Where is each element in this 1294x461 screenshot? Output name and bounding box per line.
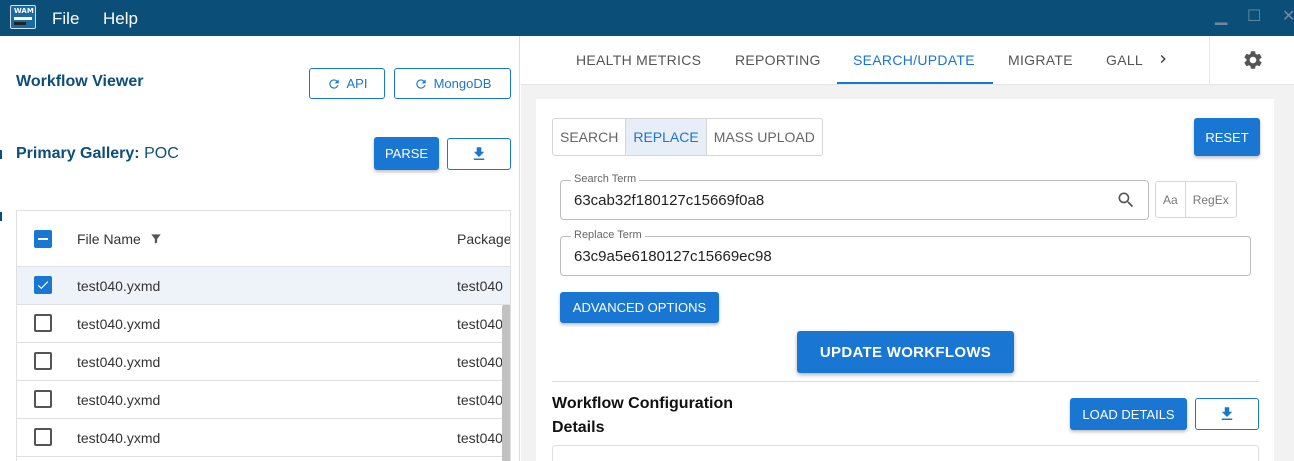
search-term-label: Search Term [571, 173, 640, 185]
search-term-input[interactable]: 63cab32f180127c15669f0a8 [574, 192, 764, 209]
mongodb-button-label: MongoDB [433, 76, 492, 91]
left-panel: Workflow Viewer API MongoDB Primary Gall… [0, 36, 520, 461]
cell-package: test040 [457, 430, 503, 446]
config-details-container [552, 445, 1259, 461]
download-button[interactable] [447, 138, 511, 170]
search-term-field[interactable]: Search Term 63cab32f180127c15669f0a8 [560, 173, 1149, 220]
edge-marker [0, 150, 2, 159]
select-all-checkbox[interactable] [34, 230, 52, 248]
mode-mass-upload[interactable]: MASS UPLOAD [707, 119, 822, 155]
reset-button[interactable]: RESET [1194, 118, 1260, 156]
primary-gallery: Primary Gallery: POC [16, 145, 179, 163]
app-logo-icon: WAM [10, 5, 36, 29]
mode-replace[interactable]: REPLACE [626, 119, 707, 155]
column-header-package[interactable]: Package [457, 231, 510, 247]
api-button-label: API [346, 76, 368, 91]
edge-marker [0, 212, 2, 221]
filter-icon[interactable] [149, 232, 163, 246]
parse-button[interactable]: PARSE [374, 137, 439, 170]
regex-toggle[interactable]: RegEx [1186, 182, 1236, 217]
cell-package: test040 [457, 316, 503, 332]
cell-file-name: test040.yxmd [77, 278, 161, 294]
row-checkbox[interactable] [34, 428, 52, 446]
advanced-options-button[interactable]: ADVANCED OPTIONS [560, 292, 719, 323]
primary-gallery-value: POC [144, 145, 179, 162]
cell-file-name: test040.yxmd [77, 354, 161, 370]
tab-divider [1209, 36, 1210, 84]
workflow-config-title: Workflow Configuration Details [552, 392, 772, 440]
tab-search-update[interactable]: SEARCH/UPDATE [853, 52, 975, 68]
workflow-config-title-line2: Details [552, 419, 605, 436]
minimize-icon[interactable]: ▁ [1215, 6, 1227, 26]
tab-gallery[interactable]: GALL [1106, 52, 1143, 68]
column-header-file-name[interactable]: File Name [77, 231, 141, 247]
cell-file-name: test040.yxmd [77, 392, 161, 408]
table-row[interactable]: test040.yxmd test040 [17, 419, 510, 457]
mode-toggle-group: SEARCH REPLACE MASS UPLOAD [552, 118, 823, 156]
table-row[interactable]: test040.yxmd test040 [17, 267, 510, 305]
tab-reporting[interactable]: REPORTING [735, 52, 821, 68]
download-details-button[interactable] [1195, 398, 1259, 430]
search-update-card: SEARCH REPLACE MASS UPLOAD RESET Search … [536, 99, 1274, 461]
download-icon [473, 147, 485, 160]
refresh-icon [328, 78, 339, 89]
table-scrollbar[interactable] [502, 305, 510, 461]
mongodb-button[interactable]: MongoDB [394, 68, 511, 99]
cell-file-name: test040.yxmd [77, 430, 161, 446]
table-header: File Name Package [17, 211, 510, 267]
table-row[interactable]: test040.yxmd test040 [17, 381, 510, 419]
row-checkbox[interactable] [34, 352, 52, 370]
cell-package: test040 [457, 354, 503, 370]
menu-help[interactable]: Help [103, 9, 138, 29]
replace-term-label: Replace Term [571, 229, 645, 241]
download-icon [1221, 407, 1233, 420]
workflow-viewer-title: Workflow Viewer [16, 73, 144, 90]
cell-file-name: test040.yxmd [77, 316, 161, 332]
app-logo-text: WAM [14, 7, 34, 15]
row-checkbox[interactable] [34, 276, 52, 294]
section-divider [552, 381, 1259, 382]
maximize-icon[interactable]: ☐ [1247, 6, 1261, 26]
table-row[interactable]: test040.yxmd test040 [17, 343, 510, 381]
cell-package: test040 [457, 278, 503, 294]
mode-search[interactable]: SEARCH [553, 119, 627, 155]
menu-file[interactable]: File [52, 9, 79, 29]
row-checkbox[interactable] [34, 314, 52, 332]
update-workflows-button[interactable]: UPDATE WORKFLOWS [797, 331, 1014, 373]
chevron-right-icon[interactable] [1155, 49, 1171, 69]
primary-gallery-label: Primary Gallery: [16, 145, 140, 162]
match-case-toggle[interactable]: Aa [1156, 182, 1186, 217]
replace-term-field[interactable]: Replace Term 63c9a5e6180127c15669ec98 [560, 229, 1251, 276]
load-details-button[interactable]: LOAD DETAILS [1070, 398, 1187, 430]
tab-migrate[interactable]: MIGRATE [1008, 52, 1073, 68]
close-icon[interactable]: ✕ [1282, 6, 1294, 26]
refresh-icon [415, 78, 426, 89]
title-bar: WAM File Help ▁ ☐ ✕ [0, 0, 1294, 36]
row-checkbox[interactable] [34, 390, 52, 408]
cell-package: test040 [457, 392, 503, 408]
search-icon[interactable] [1116, 190, 1136, 210]
api-button[interactable]: API [309, 68, 385, 99]
tab-health-metrics[interactable]: HEALTH METRICS [576, 52, 701, 68]
gear-icon[interactable] [1242, 49, 1264, 71]
workflow-table: File Name Package test040.yxmd test040 t… [16, 210, 511, 461]
table-row[interactable]: test040.yxmd test040 [17, 305, 510, 343]
tab-bar: HEALTH METRICS REPORTING SEARCH/UPDATE M… [521, 36, 1294, 85]
check-icon [37, 281, 49, 290]
replace-term-input[interactable]: 63c9a5e6180127c15669ec98 [574, 248, 772, 265]
active-tab-indicator [837, 82, 993, 84]
workflow-config-title-line1: Workflow Configuration [552, 395, 734, 412]
search-options: Aa RegEx [1155, 181, 1237, 218]
right-panel: HEALTH METRICS REPORTING SEARCH/UPDATE M… [521, 36, 1294, 461]
